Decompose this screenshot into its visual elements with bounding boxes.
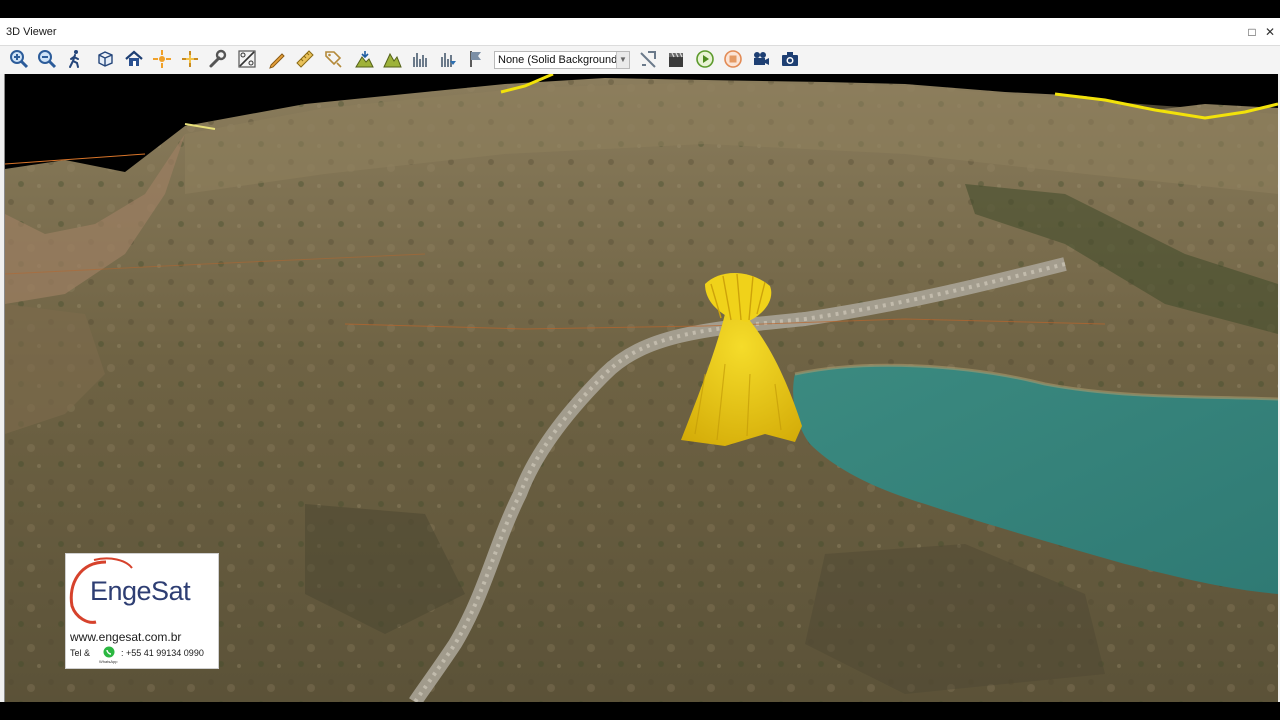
play-icon[interactable]	[694, 48, 716, 70]
letterbox-bottom	[0, 702, 1280, 720]
background-select[interactable]: None (Solid Background) ▼	[494, 51, 630, 69]
letterbox-top	[0, 0, 1280, 18]
ratio-icon[interactable]	[236, 48, 258, 70]
sun-icon[interactable]	[151, 48, 173, 70]
walk-icon[interactable]	[64, 48, 86, 70]
logo-phone: : +55 41 99134 0990	[121, 648, 204, 658]
clapper-icon[interactable]	[665, 48, 687, 70]
title-bar: 3D Viewer □ ✕	[0, 18, 1280, 46]
tag-icon[interactable]	[322, 48, 344, 70]
flag-icon[interactable]	[465, 48, 487, 70]
terrain-pick-icon[interactable]	[353, 48, 375, 70]
zoom-in-icon[interactable]	[8, 48, 30, 70]
logo-url: www.engesat.com.br	[70, 630, 182, 644]
video-camera-icon[interactable]	[750, 48, 772, 70]
crosshair-icon[interactable]	[179, 48, 201, 70]
logo-brand: EngeSat	[90, 576, 191, 606]
background-select-value: None (Solid Background)	[498, 54, 621, 66]
3d-viewport[interactable]: EngeSat www.engesat.com.br Tel & WhatsAp…	[4, 74, 1278, 702]
whatsapp-icon	[103, 646, 115, 658]
logo-tel-label: Tel &	[70, 648, 91, 658]
terrain-icon[interactable]	[381, 48, 403, 70]
toolbar: None (Solid Background) ▼	[0, 46, 1280, 74]
stop-icon[interactable]	[722, 48, 744, 70]
whatsapp-label: WhatsApp	[99, 659, 118, 664]
cube-view-icon[interactable]	[94, 48, 116, 70]
close-button[interactable]: ✕	[1262, 24, 1278, 40]
chevron-down-icon[interactable]: ▼	[616, 52, 629, 68]
pencil-icon[interactable]	[266, 48, 288, 70]
viewer-window: 3D Viewer □ ✕ None (Solid Background) ▼ …	[0, 18, 1280, 702]
wrench-icon[interactable]	[207, 48, 229, 70]
home-icon[interactable]	[123, 48, 145, 70]
restore-button[interactable]: □	[1244, 24, 1260, 40]
ruler-icon[interactable]	[294, 48, 316, 70]
zoom-out-icon[interactable]	[36, 48, 58, 70]
lidar-icon[interactable]	[409, 48, 431, 70]
airplane-icon[interactable]	[637, 48, 659, 70]
window-title: 3D Viewer	[6, 26, 57, 38]
engesat-logo: EngeSat www.engesat.com.br Tel & WhatsAp…	[65, 553, 219, 669]
camera-icon[interactable]	[779, 48, 801, 70]
lidar-filter-icon[interactable]	[437, 48, 459, 70]
